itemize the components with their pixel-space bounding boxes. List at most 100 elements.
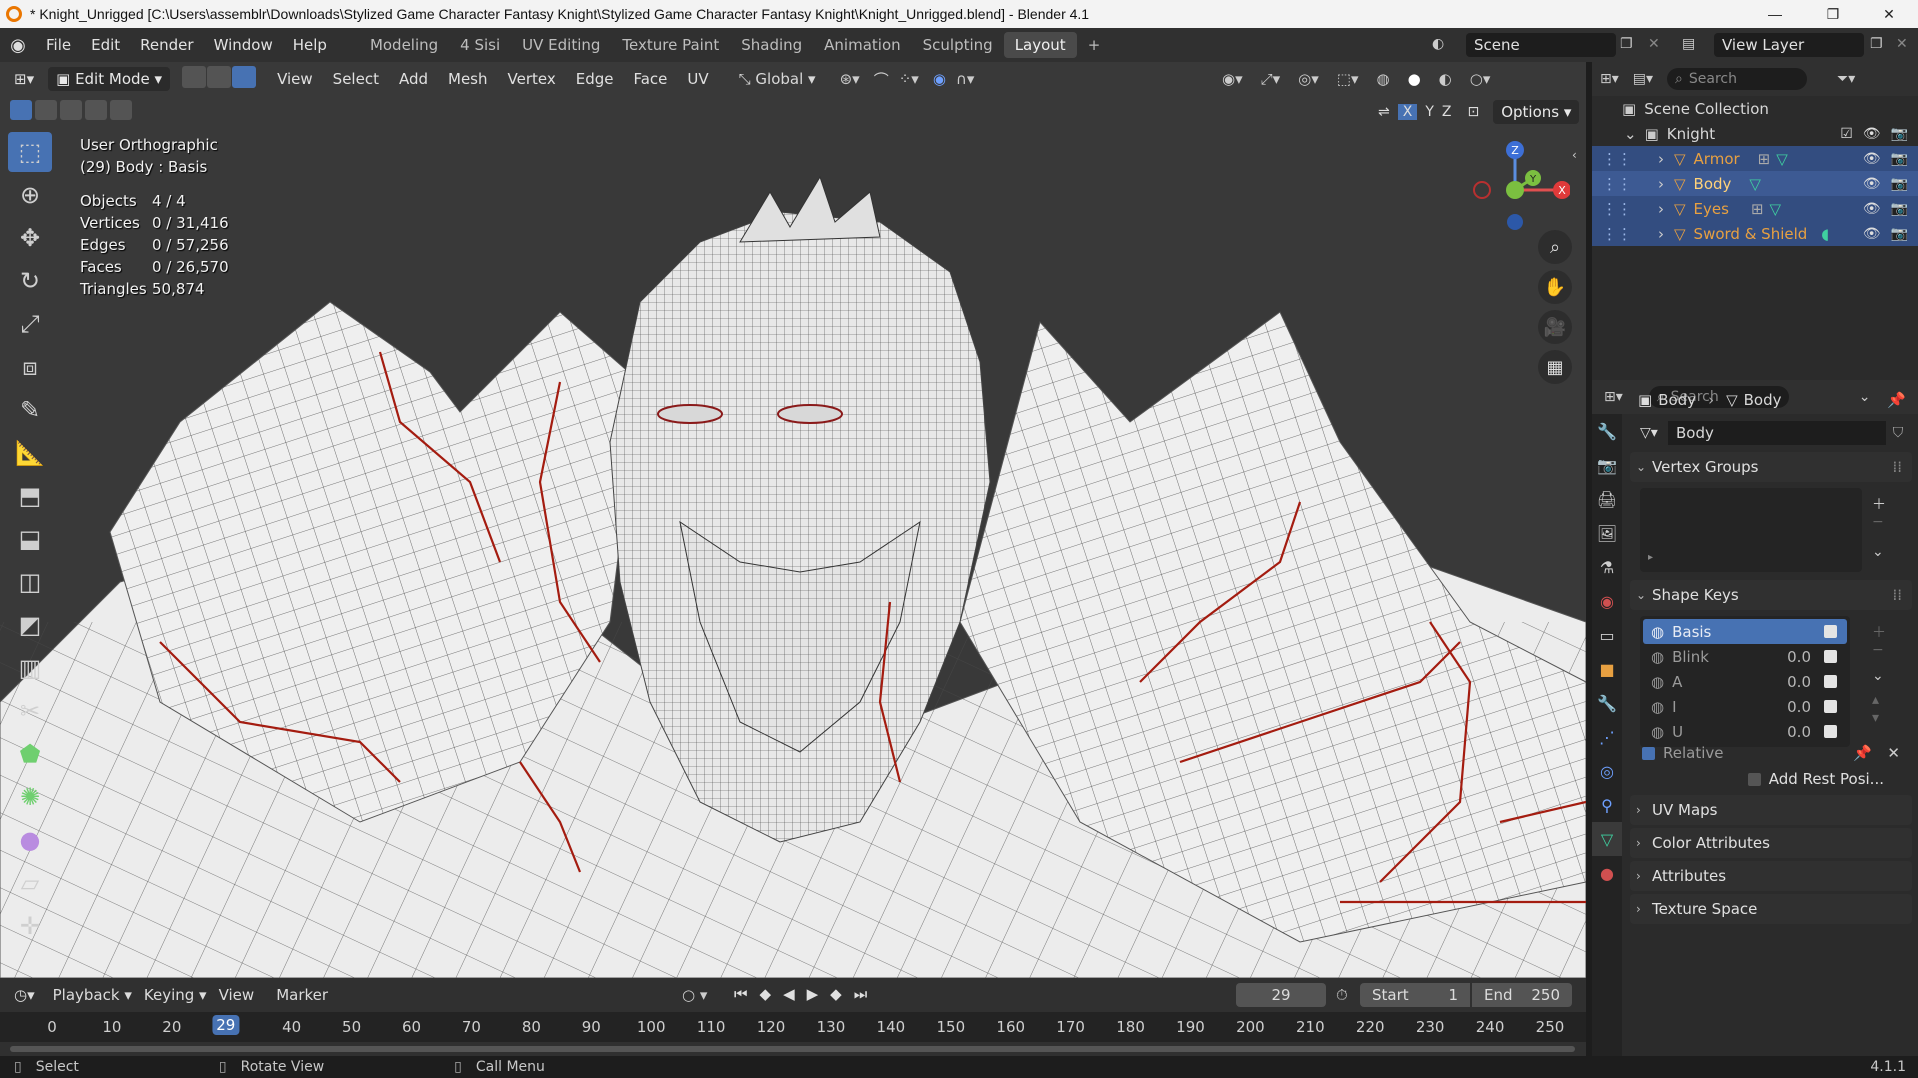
outliner-item-body[interactable]: ⋮⋮ › ▽ Body ▽ 👁 📷 [1592, 171, 1918, 196]
camera-icon[interactable]: 📷 [1891, 201, 1908, 217]
zoom-icon[interactable]: ⌕ [1538, 230, 1572, 264]
select-new-button[interactable] [10, 100, 32, 120]
object-mode-icon[interactable]: ⋮⋮ [1602, 175, 1632, 193]
mode-dropdown[interactable]: ▣ Edit Mode ▾ [48, 67, 171, 91]
menu-marker[interactable]: Marker [276, 986, 328, 1004]
falloff-icon[interactable]: ∩▾ [956, 70, 975, 88]
spin-tool[interactable]: ✺ [8, 777, 52, 817]
object-mode-icon[interactable]: ⋮⋮ [1602, 225, 1632, 243]
extrude-tool[interactable]: ⬓ [8, 519, 52, 559]
shape-key-mute-checkbox[interactable] [1824, 625, 1837, 638]
shape-key-item[interactable]: ◍ A 0.0 [1643, 669, 1847, 694]
loop-cut-tool[interactable]: ▥ [8, 648, 52, 688]
mirror-y-toggle[interactable]: Y [1425, 104, 1434, 120]
color-attributes-panel-header[interactable]: › Color Attributes [1630, 828, 1912, 858]
collection-tab-icon[interactable]: ▭ [1592, 618, 1622, 652]
vertex-groups-listbox[interactable] [1640, 488, 1862, 572]
close-button[interactable]: ✕ [1860, 0, 1918, 28]
tab-animation[interactable]: Animation [813, 32, 911, 58]
play-icon[interactable]: ▶ [807, 985, 819, 1003]
mesh-name-field[interactable]: Body [1668, 421, 1886, 445]
texture-space-panel-header[interactable]: › Texture Space [1630, 894, 1912, 924]
select-extend-button[interactable] [35, 100, 57, 120]
expand-chevron-icon[interactable]: ⌄ [1624, 125, 1637, 143]
material-tab-icon[interactable]: ● [1592, 856, 1622, 890]
measure-tool[interactable]: 📐 [8, 433, 52, 473]
camera-icon[interactable]: 📷 [1891, 126, 1908, 142]
poly-build-tool[interactable]: ⬟ [8, 734, 52, 774]
add-workspace-button[interactable]: + [1077, 32, 1112, 58]
eye-icon[interactable]: 👁 [1863, 176, 1881, 192]
3d-viewport[interactable]: ⊞▾ ▣ Edit Mode ▾ View Select Add Mesh Ve… [0, 62, 1586, 978]
view-layer-tab-icon[interactable]: 🖼 [1592, 516, 1622, 550]
menu-mesh[interactable]: Mesh [438, 70, 498, 88]
view-layer-field[interactable]: View Layer [1714, 33, 1864, 57]
end-frame-field[interactable]: End 250 [1472, 983, 1572, 1007]
select-intersect-button[interactable] [110, 100, 132, 120]
object-tab-icon[interactable]: ■ [1592, 652, 1622, 686]
object-mode-icon[interactable]: ⋮⋮ [1602, 200, 1632, 218]
scene-icon[interactable]: ◐ [1432, 36, 1444, 52]
menu-keying[interactable]: Keying ▾ [144, 986, 207, 1004]
minimize-button[interactable]: — [1746, 0, 1804, 28]
outliner-editor-icon[interactable]: ⊞▾ [1600, 71, 1619, 87]
outliner-search-input[interactable]: ⌕ Search [1667, 68, 1808, 90]
list-expand-icon[interactable]: ▸ [1648, 552, 1653, 563]
gizmo-icon[interactable]: ⤢▾ [1261, 70, 1281, 88]
shape-key-value[interactable]: 0.0 [1787, 648, 1811, 666]
menu-edge[interactable]: Edge [566, 70, 624, 88]
pivot-icon[interactable]: ⊛▾ [840, 70, 860, 88]
mirror-z-toggle[interactable]: Z [1442, 104, 1452, 120]
tab-texture-paint[interactable]: Texture Paint [611, 32, 730, 58]
shape-key-item[interactable]: ◍ Blink 0.0 [1643, 644, 1847, 669]
modifier-tab-icon[interactable]: 🔧 [1592, 686, 1622, 720]
vertex-select-mode-button[interactable] [182, 66, 207, 88]
overlay-icon[interactable]: ◎▾ [1298, 70, 1319, 88]
expand-chevron-icon[interactable]: › [1658, 225, 1664, 243]
timeline-ruler[interactable]: 0 10 20 29 40 50 60 70 80 90 100 110 120 130 140 150 160… [0, 1012, 1586, 1042]
jump-start-icon[interactable]: ⏮ [734, 985, 748, 1003]
wireframe-shading-icon[interactable]: ◍ [1376, 70, 1389, 88]
remove-shape-key-button[interactable]: − [1872, 642, 1884, 658]
move-tool[interactable]: ✥ [8, 218, 52, 258]
menu-vertex[interactable]: Vertex [498, 70, 566, 88]
scale-tool[interactable]: ⤢ [8, 304, 52, 344]
eye-icon[interactable]: 👁 [1863, 126, 1881, 142]
face-select-mode-button[interactable] [232, 66, 257, 88]
add-vertex-group-button[interactable]: ＋ [1872, 494, 1886, 514]
constraints-tab-icon[interactable]: ⚲ [1592, 788, 1622, 822]
auto-merge-icon[interactable]: ⊡ [1467, 104, 1479, 120]
menu-help[interactable]: Help [283, 36, 337, 54]
expand-chevron-icon[interactable]: › [1658, 175, 1664, 193]
cursor-tool[interactable]: ⊕ [8, 175, 52, 215]
properties-editor-icon[interactable]: ⊞▾ [1604, 389, 1623, 405]
jump-keyframe-forward-icon[interactable]: ◆ [830, 985, 842, 1003]
knife-tool[interactable]: ✂ [8, 691, 52, 731]
shape-key-mute-checkbox[interactable] [1824, 675, 1837, 688]
start-frame-field[interactable]: Start 1 [1360, 983, 1470, 1007]
shape-key-mute-checkbox[interactable] [1824, 700, 1837, 713]
outliner-item-sword-shield[interactable]: ⋮⋮ › ▽ Sword & Shield ◖ 👁 📷 [1592, 221, 1918, 246]
shape-key-specials-button[interactable]: ⌄ [1872, 668, 1884, 684]
menu-uv[interactable]: UV [677, 70, 718, 88]
tab-layout[interactable]: Layout [1003, 32, 1077, 58]
vertex-group-specials-button[interactable]: ⌄ [1872, 544, 1884, 560]
new-view-layer-icon[interactable]: ❐ [1870, 36, 1883, 52]
inset-tool[interactable]: ◫ [8, 562, 52, 602]
object-mode-icon[interactable]: ⋮⋮ [1602, 150, 1632, 168]
shape-key-mute-checkbox[interactable] [1824, 725, 1837, 738]
pin-shape-icon[interactable]: 📌 [1853, 744, 1872, 762]
select-box-tool[interactable]: ⬚ [8, 132, 52, 172]
move-down-icon[interactable]: ▾ [1872, 710, 1879, 726]
uv-maps-panel-header[interactable]: › UV Maps [1630, 795, 1912, 825]
maximize-button[interactable]: ❐ [1804, 0, 1862, 28]
menu-view[interactable]: View [267, 70, 323, 88]
camera-icon[interactable]: 📷 [1891, 151, 1908, 167]
stopwatch-icon[interactable]: ⏱ [1336, 986, 1348, 1004]
outliner-item-armor[interactable]: ⋮⋮ › ▽ Armor ⊞ ▽ 👁 📷 [1592, 146, 1918, 171]
menu-select[interactable]: Select [323, 70, 389, 88]
tool-tab-icon[interactable]: 🔧 [1592, 414, 1622, 448]
menu-window[interactable]: Window [204, 36, 283, 54]
camera-icon[interactable]: 📷 [1891, 176, 1908, 192]
ortho-grid-icon[interactable]: ▦ [1538, 350, 1572, 384]
